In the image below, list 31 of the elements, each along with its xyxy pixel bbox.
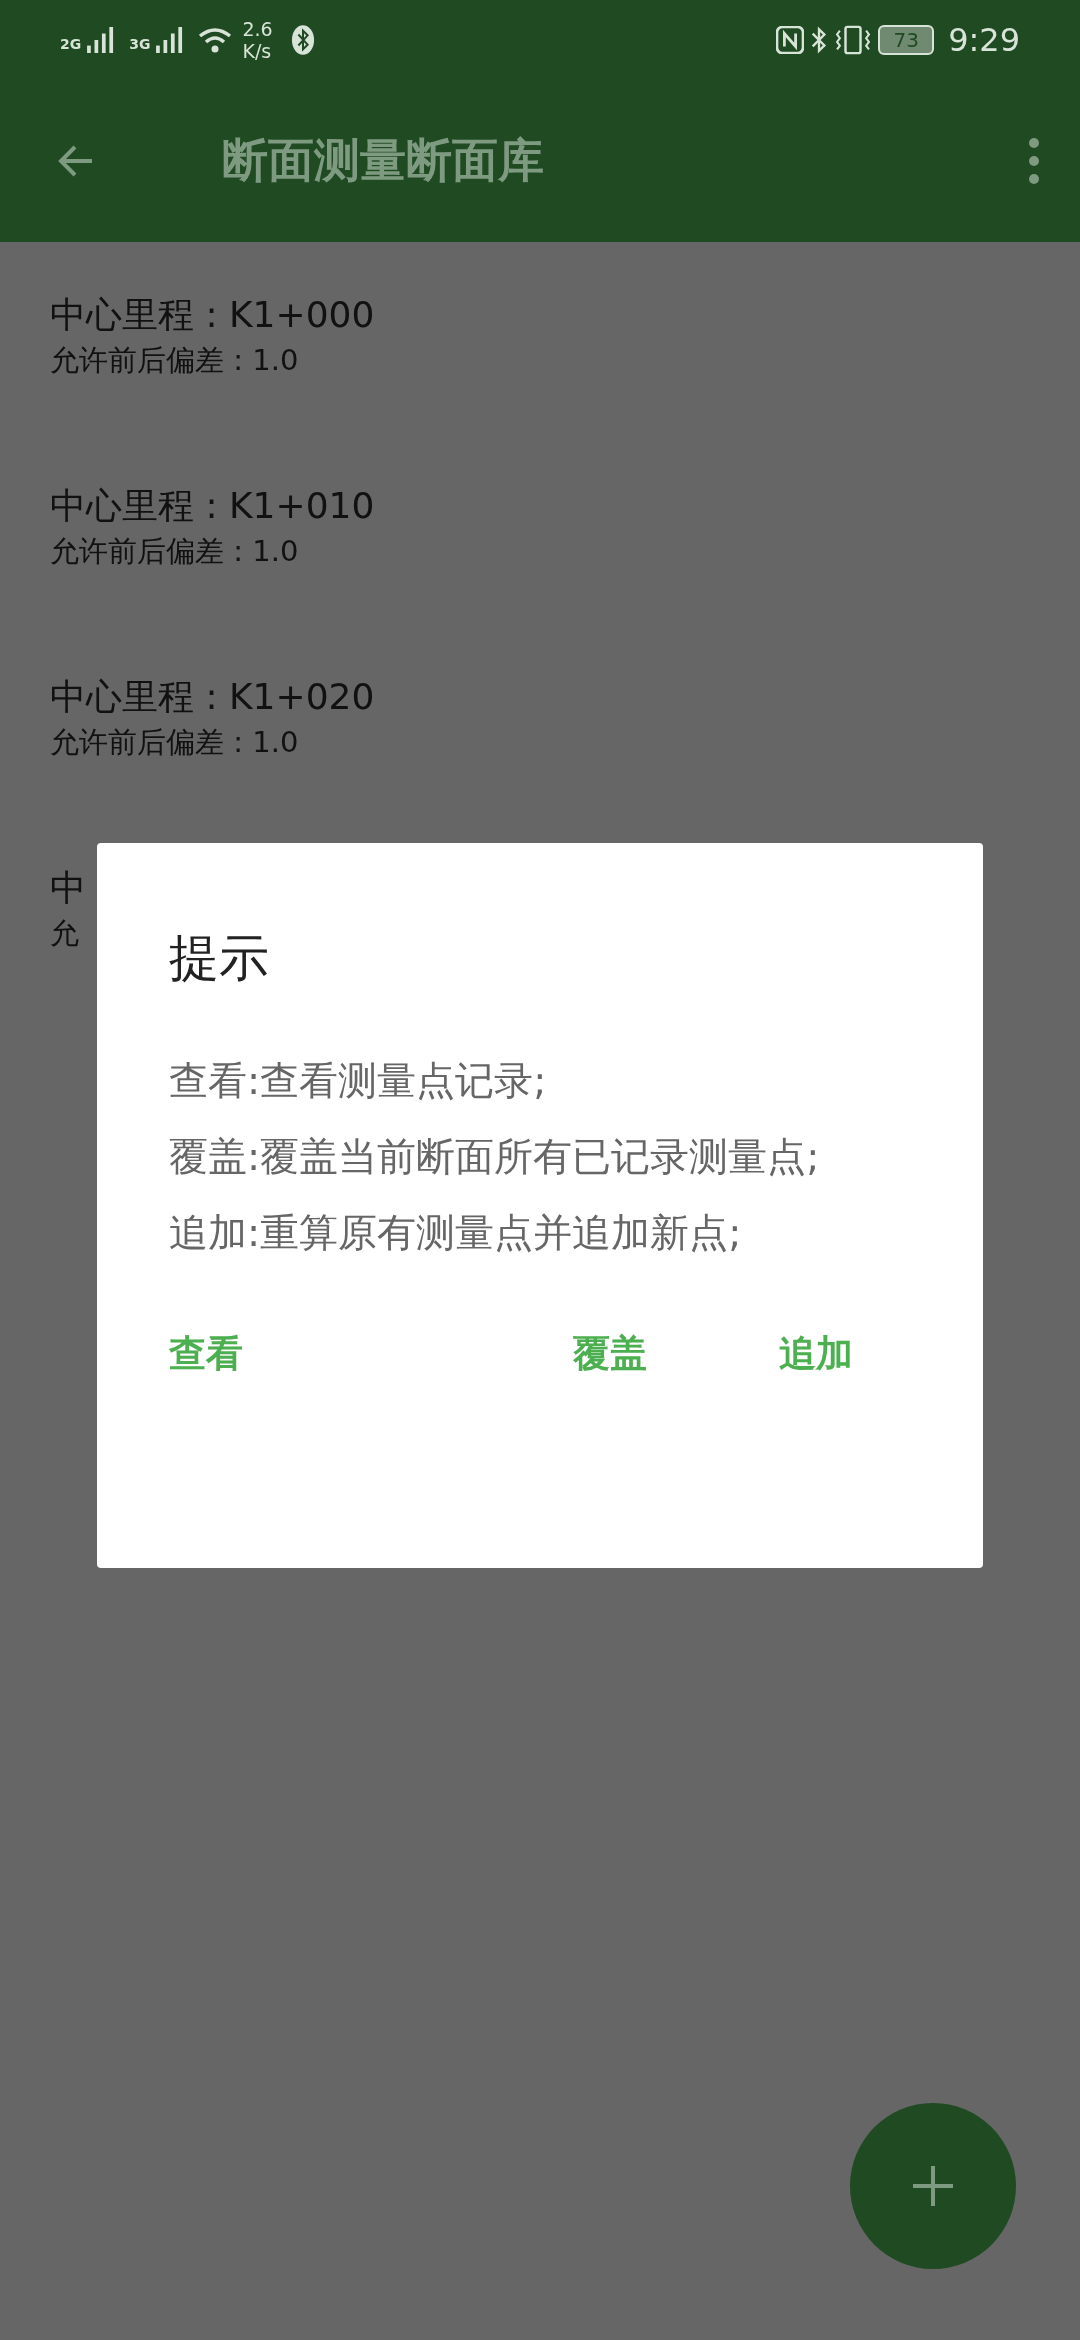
tolerance-text: 允许前后偏差 : 1.0	[50, 342, 300, 379]
speed-unit: K/s	[242, 40, 273, 62]
signal-icon	[156, 27, 185, 53]
tolerance-text: 允许前后偏差 : 1.0	[50, 533, 300, 570]
center-mileage-text[interactable]: 中心里程 : K1+020	[50, 672, 1030, 722]
screen-title: 断面测量断面库	[222, 132, 545, 189]
dialog-title: 提示	[169, 928, 270, 989]
center-mileage-text[interactable]: 中心里程 : K1+010	[50, 481, 1030, 531]
tolerance-text: 允许前后偏差 : 1.0	[50, 724, 300, 761]
dialog-message-line: 覆盖:覆盖当前断面所有已记录测量点;	[169, 1133, 821, 1181]
dialog-action-button[interactable]: 覆盖	[547, 1319, 673, 1389]
network-type-label: 3G	[129, 36, 151, 52]
dialog-message-line: 追加:重算原有测量点并追加新点;	[169, 1209, 743, 1257]
clock-time: 9:29	[948, 21, 1020, 59]
vibrate-icon	[834, 25, 873, 55]
center-mileage-text[interactable]: 中心里程 : K1+000	[50, 290, 1030, 340]
dialog-action-button[interactable]: 追加	[753, 1319, 879, 1389]
dialog-message-line: 查看:查看测量点记录;	[169, 1057, 548, 1105]
back-arrow-icon[interactable]	[58, 143, 94, 179]
nfc-icon	[776, 26, 805, 54]
more-options-icon[interactable]	[1028, 137, 1040, 185]
plus-icon	[911, 2164, 955, 2208]
bluetooth-icon	[290, 24, 315, 56]
battery-indicator: 73	[878, 25, 935, 55]
network-type-label: 2G	[60, 36, 82, 52]
dialog-action-button[interactable]: 查看	[143, 1319, 269, 1389]
wifi-icon	[198, 26, 233, 54]
bluetooth-icon	[810, 25, 829, 55]
tolerance-text: 允	[50, 915, 80, 952]
signal-icon	[87, 27, 116, 53]
speed-value: 2.6	[242, 18, 273, 40]
